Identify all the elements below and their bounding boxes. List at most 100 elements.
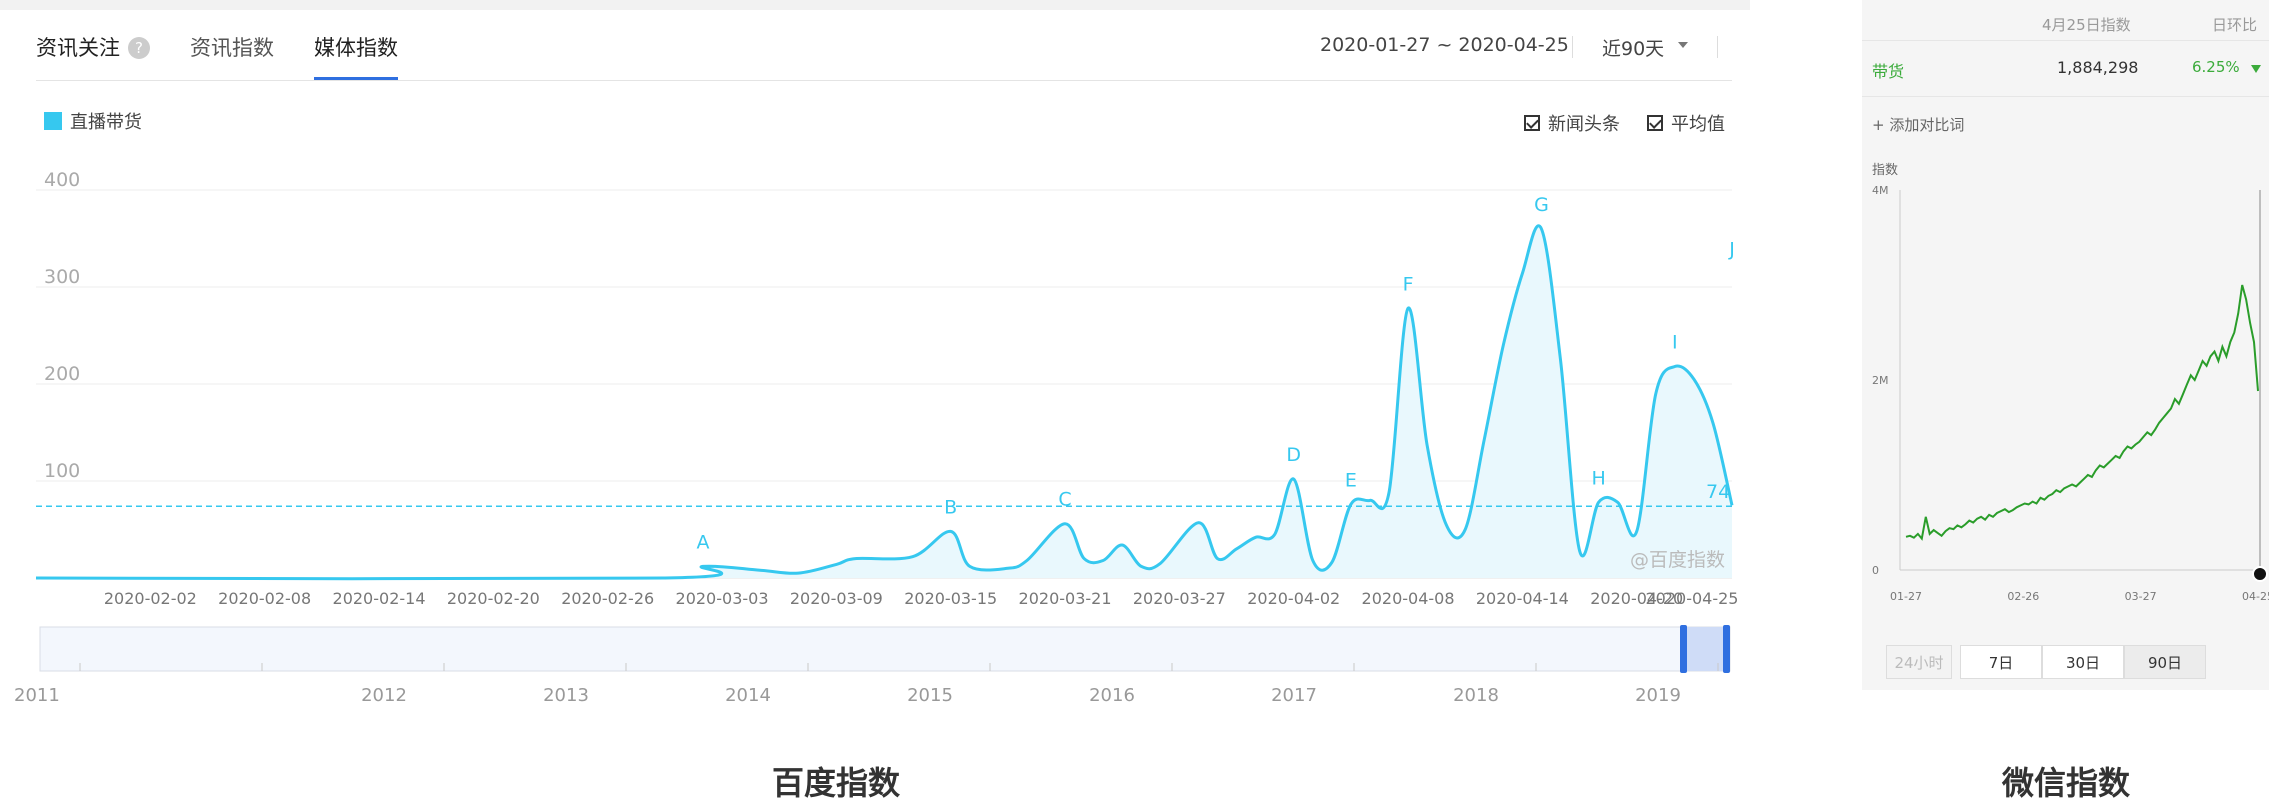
navigator-year-label: 2011	[14, 685, 60, 706]
range-24h-button: 24小时	[1886, 645, 1952, 679]
wechat-index-panel: 4月25日指数 日环比 带货 1,884,298 6.25% + 添加对比词 指…	[1862, 0, 2269, 690]
navigator-year-label: 2012	[361, 685, 407, 706]
x-tick-label: 2020-02-14	[333, 589, 426, 608]
header-date: 4月25日指数	[2042, 16, 2131, 34]
row-divider	[1862, 96, 2269, 97]
keyword-change: 6.25%	[2192, 58, 2240, 76]
annotation-j: J	[1728, 238, 1735, 260]
y-tick-label: 300	[44, 266, 80, 288]
legend-label: 直播带货	[70, 112, 142, 133]
baidu-trend-chart: 100200300400 74 AB CDEFGHIJ 2020-02-02 202…	[14, 169, 1739, 706]
hover-point	[2252, 566, 2268, 582]
annotation-f: F	[1403, 273, 1414, 295]
tab-news-index[interactable]: 资讯指数	[190, 30, 274, 80]
navigator-handle-left	[1680, 625, 1687, 673]
date-range[interactable]: 2020-01-27 ~ 2020-04-25	[1320, 34, 1569, 56]
x-tick-label: 2020-03-03	[676, 589, 769, 608]
x-tick-label: 2020-04-14	[1476, 589, 1569, 608]
navigator-year-label: 2017	[1271, 685, 1317, 706]
header-divider	[1862, 40, 2269, 41]
tab-news-attention-label: 资讯关注	[36, 36, 120, 60]
series-line	[1905, 284, 2259, 541]
navigator-year-label: 2019	[1635, 685, 1681, 706]
chevron-down-icon[interactable]	[1678, 42, 1688, 48]
y-tick-label: 2M	[1872, 374, 1889, 387]
navigator-year-label: 2018	[1453, 685, 1499, 706]
help-icon[interactable]: ?	[128, 37, 150, 59]
navigator-year-label: 2014	[725, 685, 771, 706]
chart-axes: 0 2M 4M 01-27 02-26 03-27 04-25	[1872, 184, 2269, 603]
x-tick-label: 2020-03-27	[1133, 589, 1226, 608]
annotation-h: H	[1591, 467, 1605, 489]
x-tick-label: 2020-02-08	[218, 589, 311, 608]
annotation-b: B	[944, 496, 957, 518]
tabs-divider	[36, 80, 1732, 81]
trend-down-icon	[2251, 65, 2261, 73]
news-headline-label: 新闻头条	[1548, 114, 1620, 135]
range-30d-button[interactable]: 30日	[2042, 645, 2124, 679]
y-tick-label: 100	[44, 460, 80, 482]
news-headline-checkbox[interactable]: 新闻头条	[1524, 110, 1620, 136]
x-tick-label: 2020-02-20	[447, 589, 540, 608]
index-tabs: 资讯关注? 资讯指数 媒体指数	[36, 30, 438, 80]
x-tick-label: 2020-03-15	[904, 589, 997, 608]
range-7d-button[interactable]: 7日	[1960, 645, 2042, 679]
annotation-c: C	[1058, 489, 1071, 511]
legend-swatch	[44, 112, 62, 130]
header-separator	[1572, 36, 1573, 58]
annotation-e: E	[1345, 469, 1357, 491]
annotation-d: D	[1286, 444, 1301, 466]
chart-legend[interactable]: 直播带货	[44, 108, 142, 134]
baidu-caption: 百度指数	[772, 764, 901, 802]
x-tick-label: 02-26	[2007, 590, 2039, 603]
x-axis-ticks: 2020-02-02 2020-02-08 2020-02-14 2020-02-20…	[104, 589, 1739, 608]
tab-media-index[interactable]: 媒体指数	[314, 30, 398, 80]
navigator-year-label: 2015	[907, 685, 953, 706]
x-tick-label: 2020-02-02	[104, 589, 197, 608]
wechat-caption: 微信指数	[2002, 764, 2131, 802]
x-tick-label: 2020-04-08	[1362, 589, 1455, 608]
header-change: 日环比	[2212, 16, 2258, 34]
x-tick-label: 2020-04-02	[1247, 589, 1340, 608]
annotation-g: G	[1534, 194, 1549, 216]
navigator-year-label: 2013	[543, 685, 589, 706]
y-tick-label: 200	[44, 363, 80, 385]
navigator-handle-right	[1723, 625, 1730, 673]
wechat-trend-chart: 指数 0 2M 4M 01-27 02-26 03-27 04-25	[1872, 163, 2269, 603]
average-checkbox[interactable]: 平均值	[1647, 110, 1725, 136]
baidu-index-panel: 资讯关注? 资讯指数 媒体指数 2020-01-27 ~ 2020-04-25 …	[0, 0, 1750, 720]
navigator-track	[39, 626, 1731, 672]
y-tick-label: 400	[44, 169, 80, 191]
series-area	[36, 225, 1732, 579]
baidu-watermark: @百度指数	[1630, 549, 1725, 571]
x-tick-label: 04-25	[2242, 590, 2269, 603]
average-value-label: 74	[1706, 481, 1730, 503]
navigator-year-label: 2016	[1089, 685, 1135, 706]
x-tick-label: 2020-03-09	[790, 589, 883, 608]
x-tick-label: 2020-04-25	[1646, 589, 1739, 608]
range-90d-button[interactable]: 90日	[2124, 645, 2206, 679]
navigator-selection	[1684, 627, 1726, 671]
top-strip	[0, 0, 1750, 10]
y-axis-title: 指数	[1872, 163, 1898, 178]
time-navigator: 2011201220132014201520162017201820192020	[14, 625, 1731, 706]
checkbox-icon	[1647, 115, 1663, 131]
y-tick-label: 0	[1872, 564, 1879, 577]
x-tick-label: 2020-03-21	[1019, 589, 1112, 608]
x-tick-label: 01-27	[1890, 590, 1922, 603]
header-separator	[1717, 36, 1718, 58]
keyword-value: 1,884,298	[2057, 58, 2139, 77]
annotation-a: A	[696, 531, 709, 553]
period-select[interactable]: 近90天	[1602, 34, 1664, 61]
keyword-name: 带货	[1872, 62, 1905, 81]
checkbox-icon	[1524, 115, 1540, 131]
average-label: 平均值	[1671, 114, 1725, 135]
add-compare-link[interactable]: + 添加对比词	[1872, 114, 1964, 135]
tab-news-attention[interactable]: 资讯关注?	[36, 30, 150, 80]
x-tick-label: 2020-02-26	[561, 589, 654, 608]
x-tick-label: 03-27	[2125, 590, 2157, 603]
y-axis-ticks: 100 200 300 400	[44, 169, 80, 482]
annotation-i: I	[1672, 332, 1678, 354]
y-tick-label: 4M	[1872, 184, 1889, 197]
news-annotations: A B C D E F G H I J	[696, 194, 1734, 554]
